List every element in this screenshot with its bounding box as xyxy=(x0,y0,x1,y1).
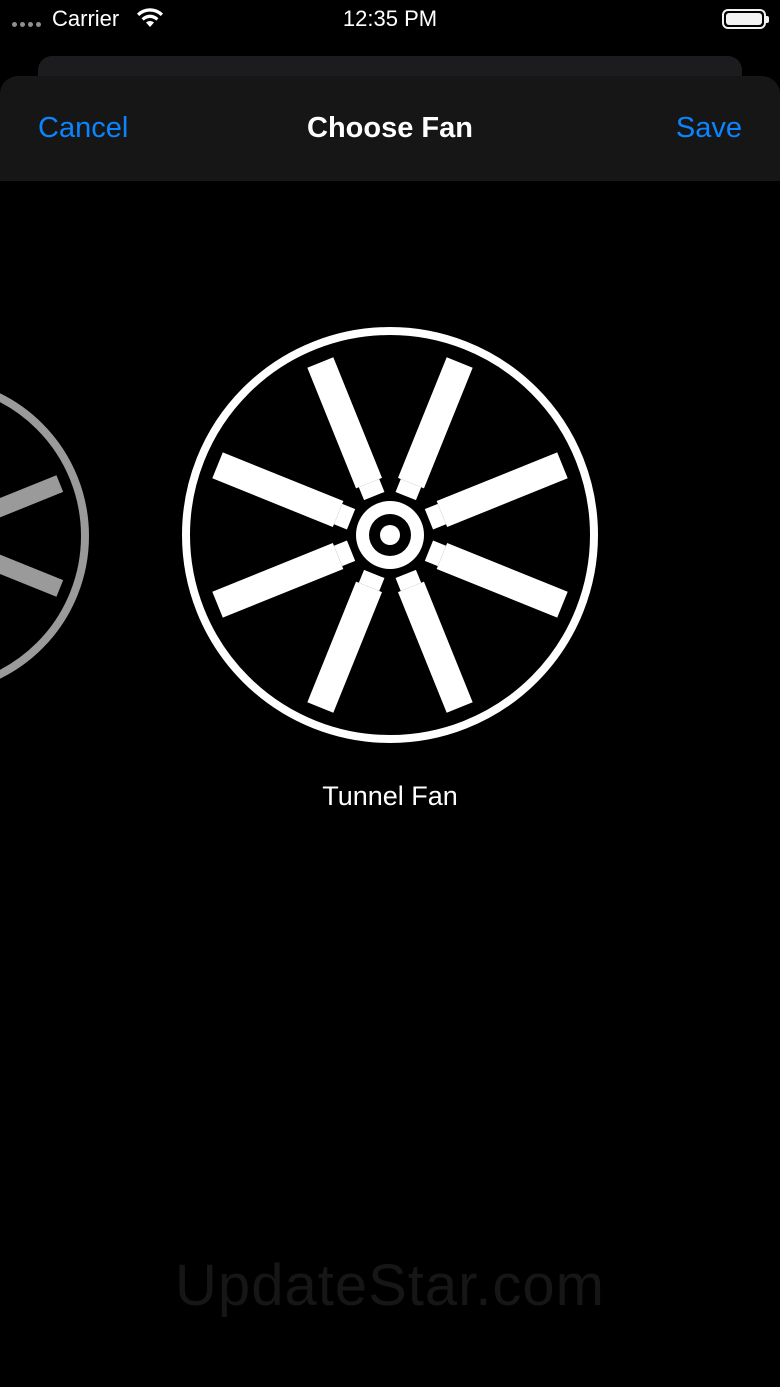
watermark: UpdateStar.com xyxy=(175,1253,605,1318)
tunnel-fan-icon xyxy=(182,327,598,743)
next-fan-option[interactable] xyxy=(690,326,780,746)
tunnel-fan-icon xyxy=(0,393,89,679)
navigation-bar: Cancel Choose Fan Save xyxy=(0,76,780,181)
selected-fan-label: Tunnel Fan xyxy=(322,781,458,811)
selected-fan-option[interactable] xyxy=(180,325,600,745)
status-time: 12:35 PM xyxy=(342,6,438,31)
fan-carousel[interactable] xyxy=(0,181,780,881)
previous-fan-option[interactable] xyxy=(0,326,90,746)
cancel-button[interactable]: Cancel xyxy=(38,112,128,145)
battery-full-icon xyxy=(722,9,769,29)
status-bar: Carrier 12:35 PM xyxy=(0,0,780,40)
save-button[interactable]: Save xyxy=(676,112,742,145)
